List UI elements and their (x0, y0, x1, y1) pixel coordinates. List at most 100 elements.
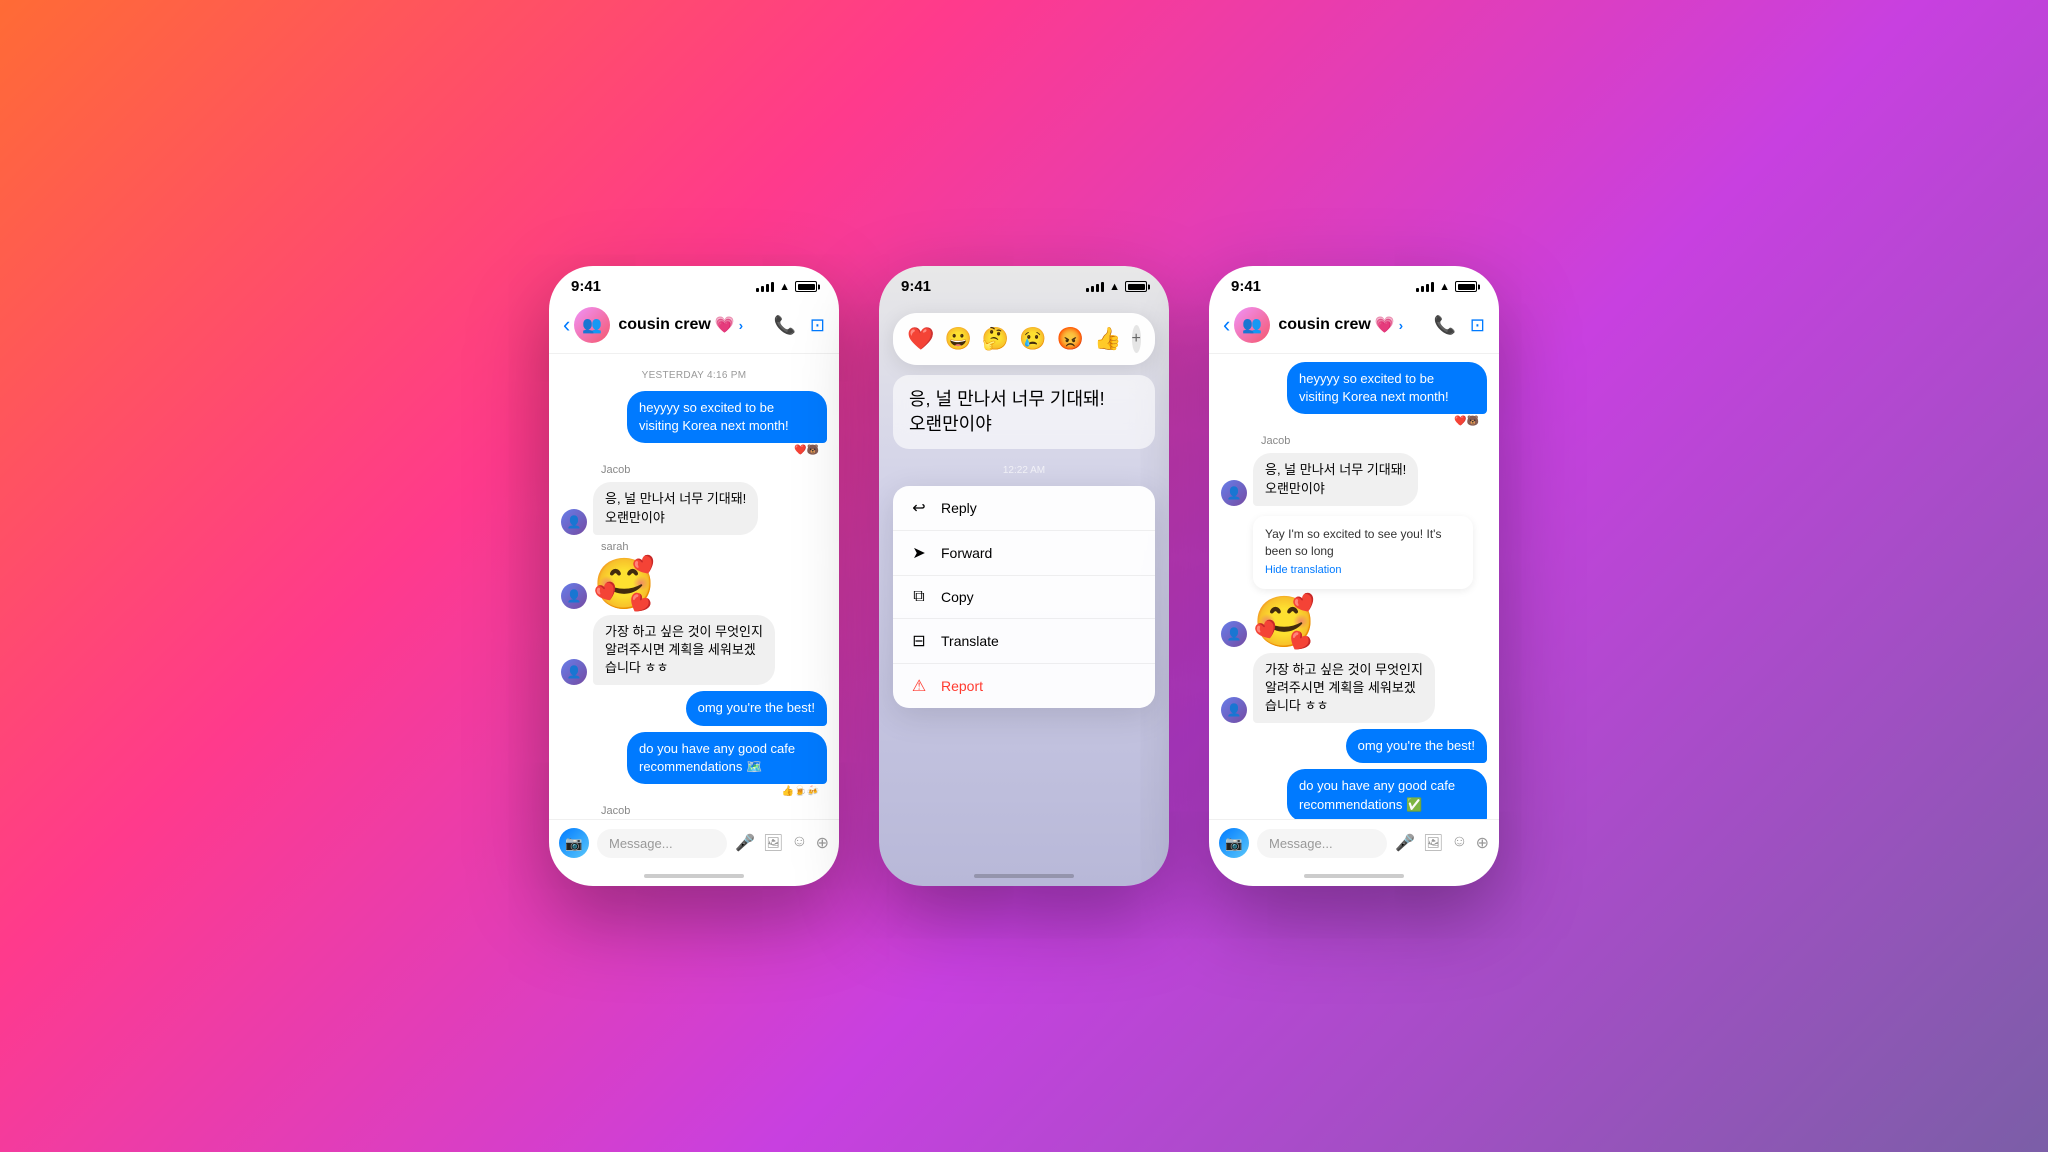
status-time-middle: 9:41 (901, 278, 931, 295)
context-translate[interactable]: ⊟ Translate (893, 619, 1155, 664)
chat-header-left: ‹ 👥 cousin crew 💗 › 📞 ⊡ (549, 299, 839, 354)
emoji-icon[interactable]: ☺ (791, 833, 807, 853)
gallery-icon[interactable]: 🖼 (1423, 833, 1443, 853)
forward-icon: ➤ (909, 543, 929, 563)
camera-button[interactable]: 📷 (559, 828, 589, 858)
context-report[interactable]: ⚠ Report (893, 664, 1155, 708)
translate-icon: ⊟ (909, 631, 929, 651)
sender-label: Jacob (1261, 435, 1487, 447)
context-report-label: Report (941, 678, 983, 694)
report-icon: ⚠ (909, 676, 929, 696)
message-row: 👤 🥰 (561, 559, 827, 609)
hide-translation-button[interactable]: Hide translation (1265, 563, 1461, 578)
phone-icon[interactable]: 📞 (1433, 315, 1455, 336)
status-bar-left: 9:41 ▲ (549, 266, 839, 299)
sticker: 🥰 (593, 559, 655, 609)
message-row: 👤 🥰 (1221, 597, 1487, 647)
bubble-outgoing-cafe[interactable]: do you have any good cafe recommendation… (1287, 769, 1487, 819)
message-row: 👤 가장 하고 싶은 것이 무엇인지알려주시면 계획을 세워보겠습니다 ㅎㅎ (1221, 653, 1487, 724)
header-actions: 📞 ⊡ (1433, 315, 1485, 336)
reaction-emoji: 👍🍺🍻 (561, 786, 819, 797)
signal-icon (756, 282, 774, 292)
emoji-reaction-bar[interactable]: ❤️ 😀 🤔 😢 😡 👍 + (893, 313, 1155, 365)
mic-icon[interactable]: 🎤 (1395, 833, 1415, 853)
bubble-outgoing-cafe[interactable]: do you have any good cafe recommendation… (627, 732, 827, 784)
plus-icon[interactable]: ⊕ (816, 833, 829, 853)
translation-text: Yay I'm so excited to see you! It's been… (1265, 527, 1441, 558)
back-button[interactable]: ‹ (563, 312, 570, 338)
sticker: 🥰 (1253, 597, 1315, 647)
context-copy[interactable]: ⧉ Copy (893, 576, 1155, 619)
bubble-incoming[interactable]: 응, 널 만나서 너무 기대돼!오랜만이야 (593, 482, 758, 534)
bubble-incoming[interactable]: 가장 하고 싶은 것이 무엇인지알려주시면 계획을 세워보겠습니다 ㅎㅎ (1253, 653, 1435, 724)
bubble-outgoing[interactable]: omg you're the best! (686, 691, 827, 725)
message-input-left[interactable]: Message... (597, 829, 727, 858)
context-copy-label: Copy (941, 589, 974, 605)
context-forward[interactable]: ➤ Forward (893, 531, 1155, 576)
avatar: 👤 (1221, 480, 1247, 506)
home-indicator (1304, 874, 1404, 878)
video-icon[interactable]: ⊡ (810, 315, 825, 336)
copy-icon: ⧉ (909, 588, 929, 606)
header-actions: 📞 ⊡ (773, 315, 825, 336)
reaction-heart[interactable]: ❤️ (907, 326, 934, 352)
reaction-cry[interactable]: 😢 (1019, 326, 1046, 352)
reaction-thumbsup[interactable]: 👍 (1094, 326, 1121, 352)
home-indicator (644, 874, 744, 878)
context-menu: ↩ Reply ➤ Forward ⧉ Copy ⊟ Translate ⚠ R… (893, 486, 1155, 708)
reaction-think[interactable]: 🤔 (982, 326, 1009, 352)
avatar: 👤 (1221, 621, 1247, 647)
plus-icon[interactable]: ⊕ (1476, 833, 1489, 853)
status-bar-middle: 9:41 ▲ (879, 266, 1169, 299)
battery-icon (1125, 281, 1147, 292)
reaction-angry[interactable]: 😡 (1057, 326, 1084, 352)
video-icon[interactable]: ⊡ (1470, 315, 1485, 336)
reaction-emoji: ❤️🐻 (561, 445, 819, 456)
reaction-emoji: ❤️🐻 (1221, 416, 1479, 427)
status-bar-right: 9:41 ▲ (1209, 266, 1499, 299)
bubble-outgoing[interactable]: omg you're the best! (1346, 729, 1487, 763)
chat-title-right[interactable]: cousin crew 💗 › (1278, 315, 1403, 335)
message-row: heyyyy so excited to be visiting Korea n… (1221, 362, 1487, 414)
message-preview: 응, 널 만나서 너무 기대돼!오랜만이야 (893, 375, 1155, 449)
messages-area-left[interactable]: YESTERDAY 4:16 PM heyyyy so excited to b… (549, 354, 839, 819)
message-row: do you have any good cafe recommendation… (1221, 769, 1487, 819)
camera-button[interactable]: 📷 (1219, 828, 1249, 858)
bubble-outgoing[interactable]: heyyyy so excited to be visiting Korea n… (1287, 362, 1487, 414)
chat-title-left[interactable]: cousin crew 💗 › (618, 315, 743, 335)
context-reply-label: Reply (941, 500, 977, 516)
more-emojis-button[interactable]: + (1132, 325, 1141, 353)
signal-icon (1086, 282, 1104, 292)
sender-label: sarah (601, 541, 827, 553)
right-phone: 9:41 ▲ ‹ 👥 cousin crew 💗 › 📞 (1209, 266, 1499, 886)
context-translate-label: Translate (941, 633, 999, 649)
reaction-smile[interactable]: 😀 (945, 326, 972, 352)
message-input-right[interactable]: Message... (1257, 829, 1387, 858)
avatar: 👤 (561, 659, 587, 685)
chevron-icon: › (1399, 318, 1403, 333)
bubble-incoming-jacob[interactable]: 응, 널 만나서 너무 기대돼!오랜만이야 (1253, 453, 1418, 505)
bubble-incoming[interactable]: 가장 하고 싶은 것이 무엇인지알려주시면 계획을 세워보겠습니다 ㅎㅎ (593, 615, 775, 686)
mic-icon[interactable]: 🎤 (735, 833, 755, 853)
context-reply[interactable]: ↩ Reply (893, 486, 1155, 531)
bubble-outgoing[interactable]: heyyyy so excited to be visiting Korea n… (627, 391, 827, 443)
phone-icon[interactable]: 📞 (773, 315, 795, 336)
status-time-right: 9:41 (1231, 278, 1261, 295)
message-row: heyyyy so excited to be visiting Korea n… (561, 391, 827, 443)
gallery-icon[interactable]: 🖼 (763, 833, 783, 853)
date-label: YESTERDAY 4:16 PM (561, 370, 827, 381)
input-icons: 🎤 🖼 ☺ ⊕ (735, 833, 829, 853)
status-icons-middle: ▲ (1086, 281, 1147, 293)
group-avatar: 👥 (574, 307, 610, 343)
input-icons: 🎤 🖼 ☺ ⊕ (1395, 833, 1489, 853)
chevron-icon: › (739, 318, 743, 333)
emoji-icon[interactable]: ☺ (1451, 833, 1467, 853)
avatar: 👤 (561, 509, 587, 535)
messages-area-right[interactable]: heyyyy so excited to be visiting Korea n… (1209, 354, 1499, 819)
chat-header-right: ‹ 👥 cousin crew 💗 › 📞 ⊡ (1209, 299, 1499, 354)
message-row: 👤 응, 널 만나서 너무 기대돼!오랜만이야 (1221, 453, 1487, 505)
wifi-icon: ▲ (779, 281, 790, 293)
sender-label: Jacob (601, 464, 827, 476)
back-button[interactable]: ‹ (1223, 312, 1230, 338)
avatar: 👤 (1221, 697, 1247, 723)
